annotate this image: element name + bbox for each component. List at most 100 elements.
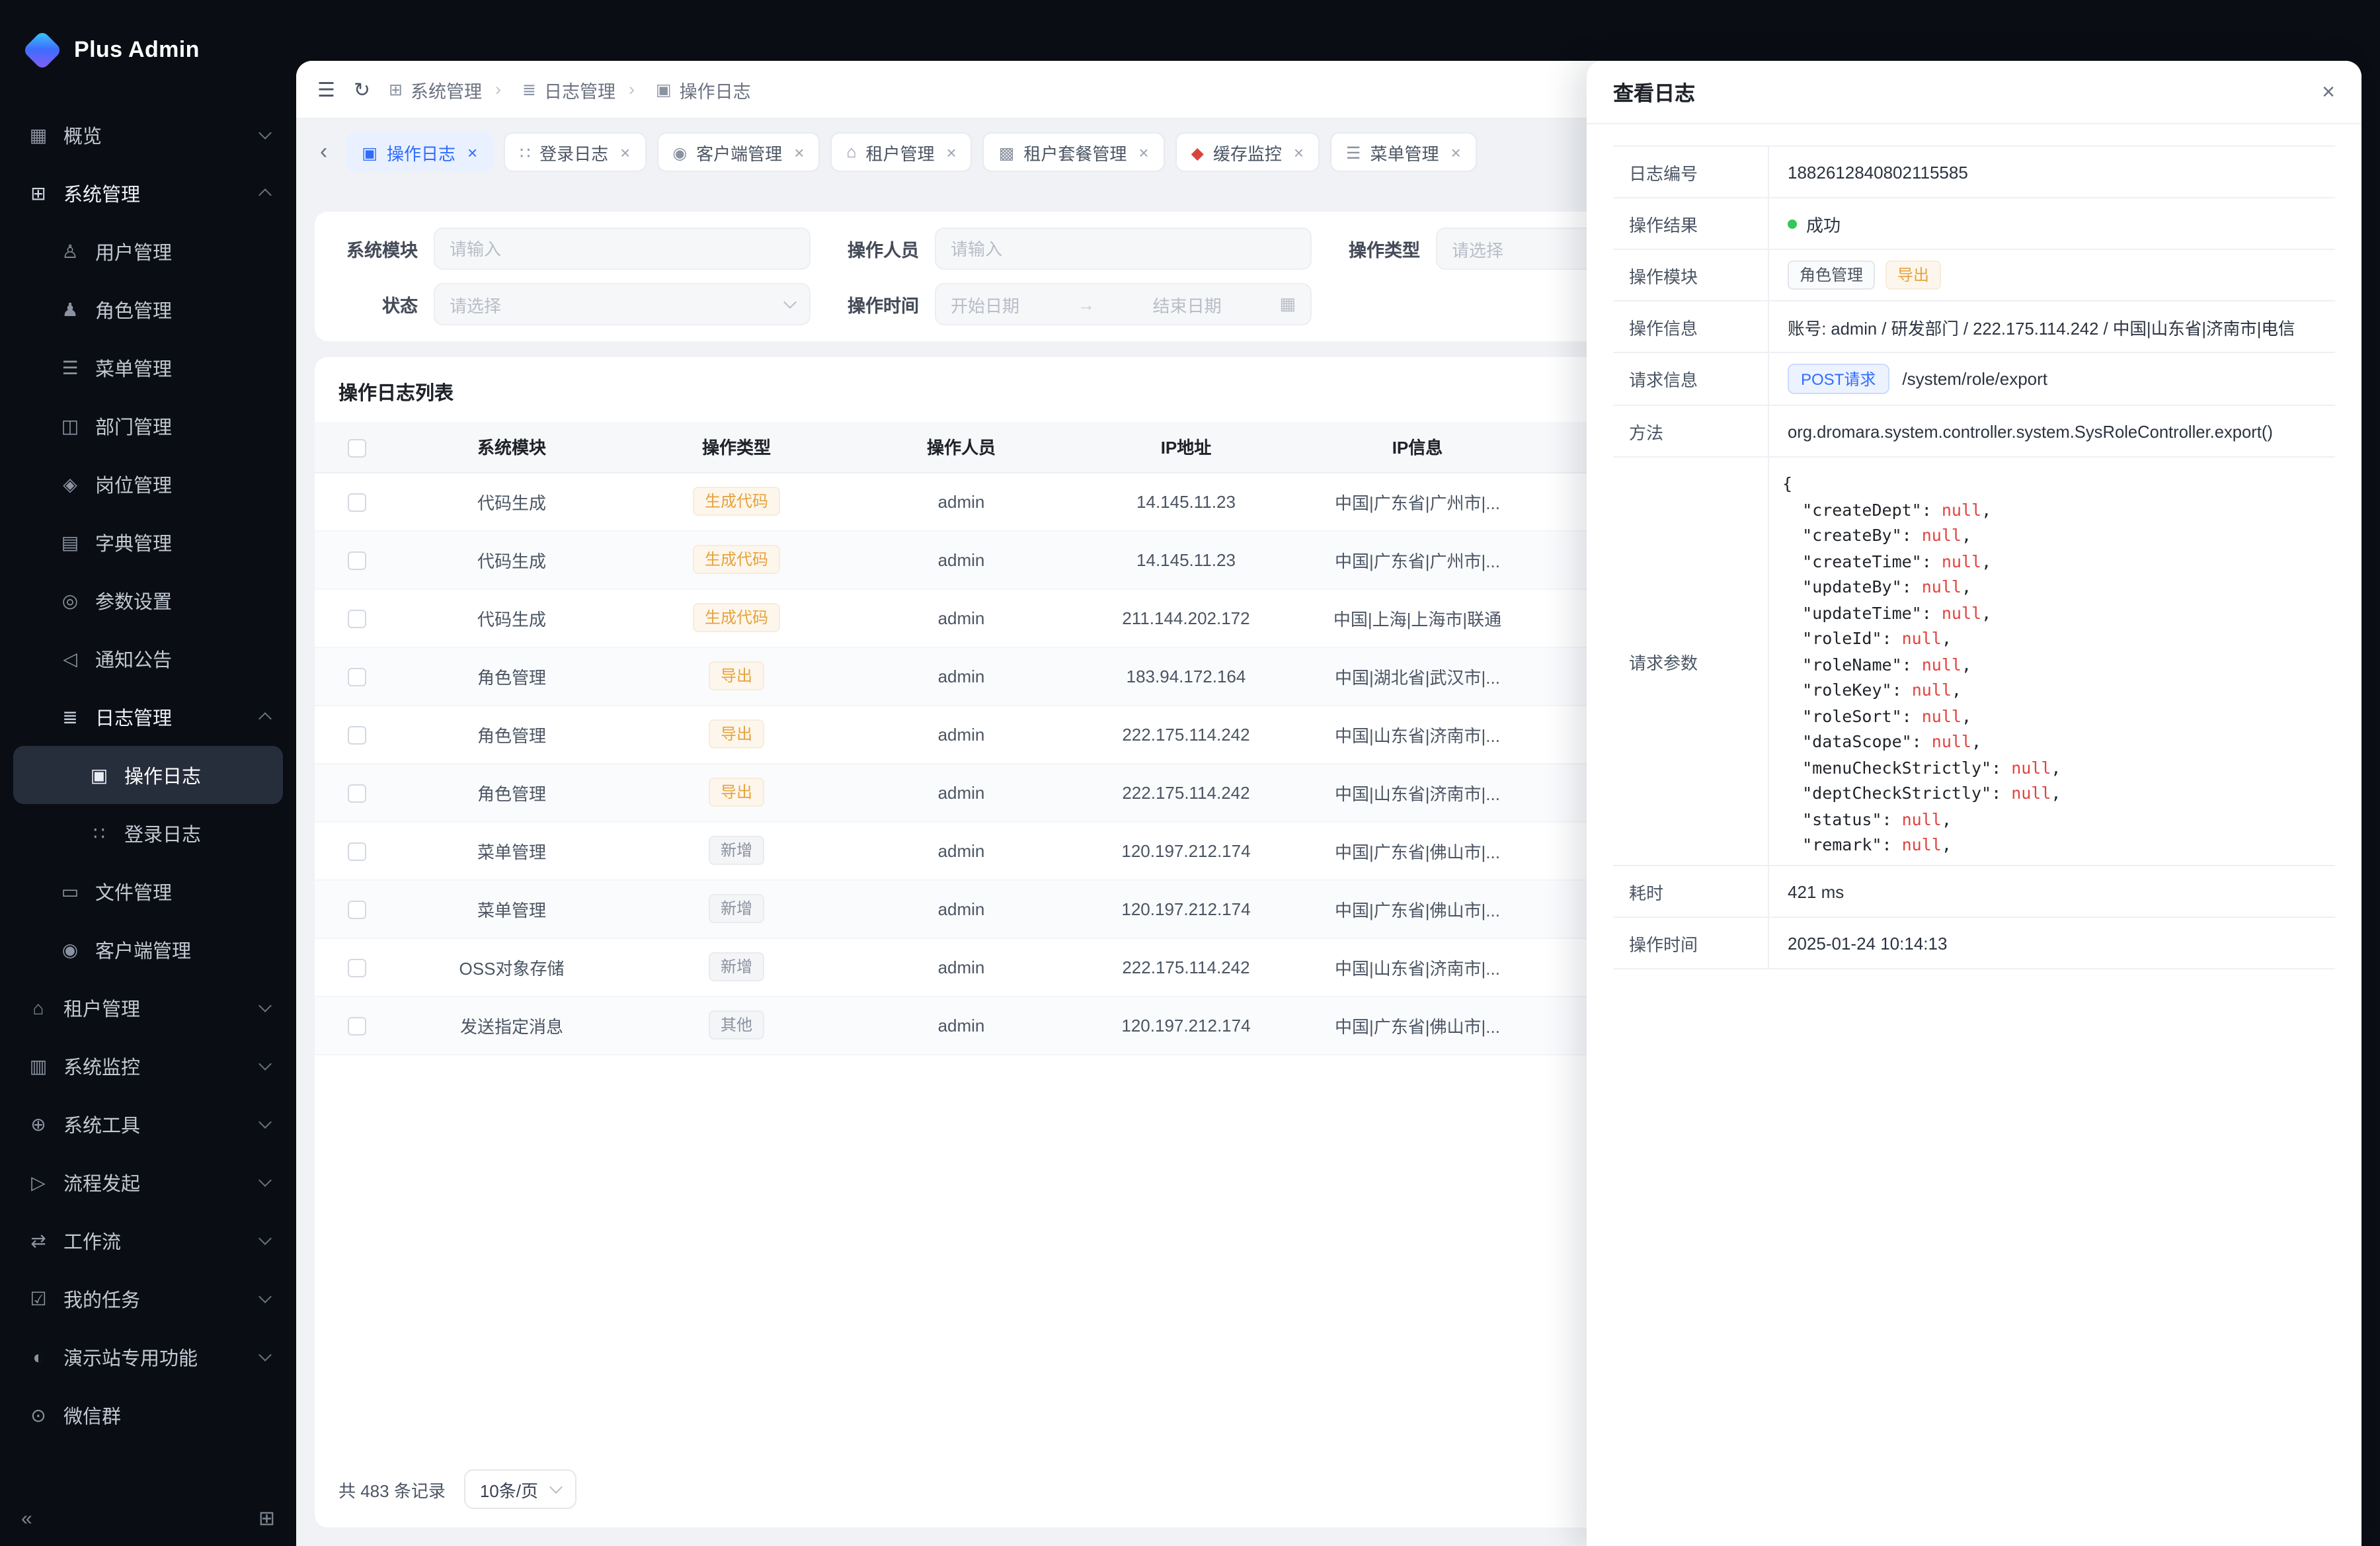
cell-ipinfo: 中国|广东省|广州市|... [1298, 472, 1536, 530]
sidebar-item[interactable]: 系统监控 [13, 1037, 283, 1095]
operation-type-tag: 导出 [709, 778, 764, 807]
tab-close-icon[interactable] [947, 142, 957, 162]
sidebar-item-icon [58, 531, 82, 553]
sidebar-item[interactable]: 角色管理 [13, 280, 283, 339]
refresh-icon[interactable]: ↻ [354, 77, 370, 101]
sidebar-item[interactable]: 岗位管理 [13, 455, 283, 513]
cell-ipinfo: 中国|广东省|广州市|... [1298, 530, 1536, 589]
sidebar-item-icon [58, 240, 82, 263]
code-line: "createDept": null, [1782, 497, 2324, 522]
sidebar-item-label: 我的任务 [63, 1285, 247, 1313]
post-method-tag: POST请求 [1788, 364, 1889, 394]
row-checkbox[interactable] [348, 493, 366, 512]
breadcrumb-label: 系统管理 [411, 76, 482, 102]
row-checkbox[interactable] [348, 901, 366, 919]
operation-type-tag: 导出 [709, 719, 764, 749]
sidebar-item[interactable]: 系统工具 [13, 1095, 283, 1153]
sidebar-item[interactable]: 概览 [13, 106, 283, 164]
sidebar-item[interactable]: 字典管理 [13, 513, 283, 571]
tab-label: 登录日志 [539, 140, 608, 165]
sidebar-item[interactable]: 文件管理 [13, 862, 283, 920]
sidebar-item[interactable]: 用户管理 [13, 222, 283, 280]
row-checkbox[interactable] [348, 726, 366, 745]
chevron-icon [258, 1174, 272, 1187]
shortcut-icon[interactable]: ⊞ [258, 1506, 275, 1530]
sidebar-item[interactable]: 演示站专用功能 [13, 1328, 283, 1386]
sidebar-item[interactable]: 租户管理 [13, 979, 283, 1037]
row-checkbox[interactable] [348, 842, 366, 861]
col-ip: IP地址 [1074, 422, 1298, 472]
tab-icon [999, 142, 1015, 162]
collapse-sidebar-icon[interactable]: « [21, 1507, 32, 1529]
sidebar-item[interactable]: 日志管理 [13, 688, 283, 746]
sidebar-item[interactable]: 通知公告 [13, 630, 283, 688]
page-size-select[interactable]: 10条/页 [464, 1469, 576, 1509]
row-checkbox[interactable] [348, 1017, 366, 1036]
sidebar-item[interactable]: 系统管理 [13, 164, 283, 222]
sidebar-item[interactable]: 我的任务 [13, 1270, 283, 1328]
hamburger-icon[interactable]: ☰ [317, 77, 335, 101]
tab[interactable]: 菜单管理 [1330, 132, 1477, 172]
filter-module-input[interactable] [434, 227, 811, 270]
chevron-icon [258, 999, 272, 1012]
sidebar-item-label: 参数设置 [95, 587, 270, 614]
sidebar-item[interactable]: 部门管理 [13, 397, 283, 455]
cell-ipinfo: 中国|山东省|济南市|... [1298, 705, 1536, 763]
row-checkbox[interactable] [348, 551, 366, 570]
sidebar-item-label: 系统监控 [63, 1052, 247, 1080]
tab[interactable]: 缓存监控 [1175, 132, 1320, 172]
tab[interactable]: 租户套餐管理 [983, 132, 1165, 172]
sidebar-item[interactable]: 参数设置 [13, 571, 283, 630]
breadcrumb-item[interactable]: 操作日志 [615, 76, 751, 102]
tab-close-icon[interactable] [794, 142, 804, 162]
app-logo[interactable]: Plus Admin [0, 0, 296, 87]
tabs-scroll-left-icon[interactable]: ‹ [312, 139, 335, 165]
sidebar-item[interactable]: 工作流 [13, 1211, 283, 1270]
breadcrumb-item[interactable]: 系统管理 [389, 76, 482, 102]
breadcrumb-label: 操作日志 [680, 76, 751, 102]
sidebar-item[interactable]: 流程发起 [13, 1153, 283, 1211]
sidebar-item[interactable]: 菜单管理 [13, 339, 283, 397]
sidebar-item-label: 文件管理 [95, 877, 270, 905]
close-icon[interactable]: × [2322, 79, 2335, 105]
detail-row-module: 操作模块 角色管理 导出 [1613, 250, 2335, 302]
sidebar-item[interactable]: 登录日志 [13, 804, 283, 862]
row-checkbox[interactable] [348, 610, 366, 628]
filter-time-range[interactable]: 开始日期 → 结束日期 ▦ [935, 283, 1312, 325]
tab[interactable]: 登录日志 [504, 132, 646, 172]
filter-operator-input[interactable] [935, 227, 1312, 270]
detail-row-log-id: 日志编号 1882612840802115585 [1613, 147, 2335, 198]
tab-close-icon[interactable] [1294, 142, 1304, 162]
tab[interactable]: 客户端管理 [656, 132, 820, 172]
tab[interactable]: 操作日志 [346, 132, 493, 172]
result-text: 成功 [1806, 211, 1841, 236]
cell-module: 角色管理 [399, 763, 624, 821]
row-checkbox[interactable] [348, 784, 366, 803]
request-params-code[interactable]: { "createDept": null, "createBy": null, … [1780, 466, 2332, 857]
operation-type-tag: 新增 [709, 952, 764, 981]
tab-close-icon[interactable] [467, 142, 477, 162]
row-checkbox[interactable] [348, 959, 366, 977]
row-checkbox[interactable] [348, 668, 366, 686]
sidebar-item-label: 日志管理 [95, 703, 247, 731]
tab-close-icon[interactable] [1138, 142, 1148, 162]
filter-status-select[interactable]: 请选择 [434, 283, 811, 325]
sidebar-item-icon [26, 1346, 50, 1367]
breadcrumb-icon [656, 79, 672, 99]
sidebar-item-icon [26, 1229, 50, 1252]
breadcrumb-item[interactable]: 日志管理 [482, 76, 615, 102]
cell-module: 菜单管理 [399, 879, 624, 938]
tab[interactable]: 租户管理 [830, 132, 972, 172]
breadcrumb-icon [389, 79, 403, 99]
cell-module: 代码生成 [399, 589, 624, 647]
tab-close-icon[interactable] [1451, 142, 1461, 162]
sidebar-item[interactable]: 客户端管理 [13, 920, 283, 979]
sidebar-item[interactable]: 微信群 [13, 1386, 283, 1444]
sidebar-item[interactable]: 操作日志 [13, 746, 283, 804]
code-line: "createTime": null, [1782, 548, 2324, 574]
cell-ip: 14.145.11.23 [1074, 530, 1298, 589]
col-operator: 操作人员 [849, 422, 1074, 472]
select-all-checkbox[interactable] [348, 438, 366, 457]
detail-row-duration: 耗时 421 ms [1613, 866, 2335, 918]
tab-close-icon[interactable] [620, 142, 630, 162]
